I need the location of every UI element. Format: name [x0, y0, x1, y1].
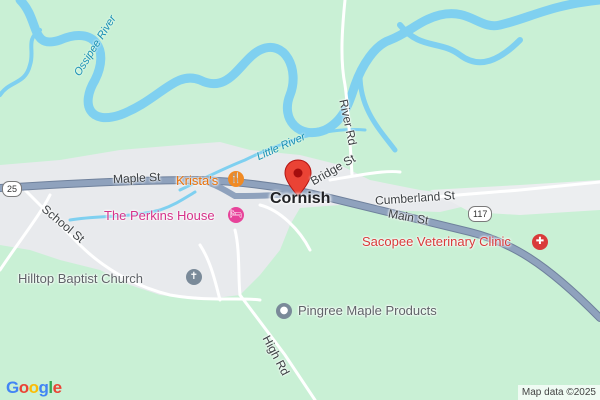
map-attribution[interactable]: Map data ©2025 [517, 385, 600, 400]
town-label-cornish: Cornish [270, 190, 331, 207]
place-icon[interactable]: ● [276, 303, 292, 319]
poi-perkins-house-label[interactable]: The Perkins House [104, 208, 215, 223]
poi-kristas-label[interactable]: Krista's [176, 173, 218, 188]
poi-pingree-maple-label[interactable]: Pingree Maple Products [298, 303, 437, 318]
google-logo: Google [6, 378, 62, 397]
church-icon[interactable]: ✝ [186, 269, 202, 285]
route-117-shield: 117 [468, 206, 493, 222]
poi-hilltop-baptist-label[interactable]: Hilltop Baptist Church [18, 271, 143, 286]
maple-st-label: Maple St [112, 169, 161, 187]
route-25-shield: 25 [2, 181, 23, 197]
veterinary-icon[interactable]: ✚ [532, 234, 548, 250]
hotel-icon[interactable]: 🛏 [228, 207, 244, 223]
poi-sacopee-vet-label[interactable]: Sacopee Veterinary Clinic [362, 234, 511, 249]
restaurant-icon[interactable]: 🍴 [228, 171, 244, 187]
map-canvas[interactable]: Ossipee River Little River Maple St Brid… [0, 0, 600, 400]
